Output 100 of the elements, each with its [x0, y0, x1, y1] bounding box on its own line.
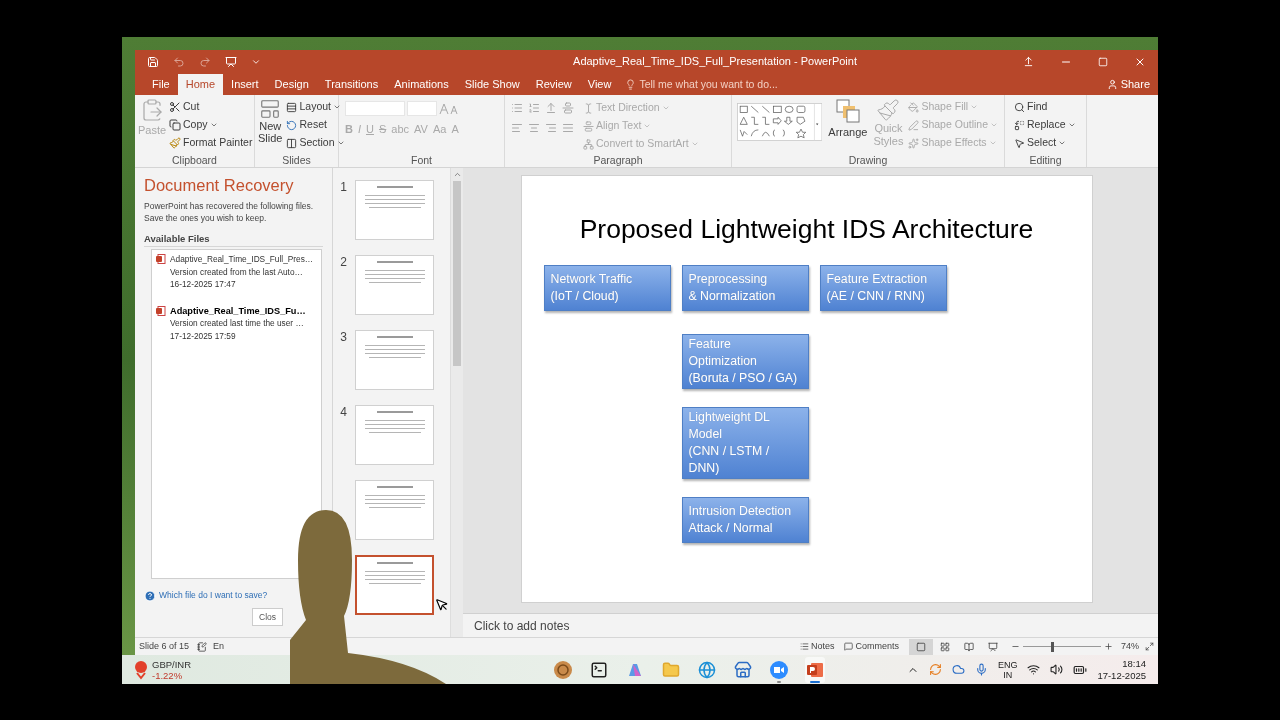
ribbon-command[interactable]: Replace: [1013, 116, 1078, 134]
window-title: Adaptive_Real_Time_IDS_Full_Presentation - PowerPoint: [572, 54, 858, 70]
tell-me-field[interactable]: Tell me what you want to do...: [639, 76, 778, 93]
cloud-icon[interactable]: [951, 663, 965, 676]
bullets-icon[interactable]: [511, 102, 523, 114]
slide-number: 2: [339, 255, 348, 269]
ribbon-command[interactable]: Format Painter: [168, 134, 254, 152]
pointer-icon: [1014, 137, 1025, 149]
ribbon-tab[interactable]: Design: [266, 74, 317, 95]
view-icon: [940, 641, 950, 652]
ribbon-display-icon[interactable]: [1023, 56, 1034, 67]
ribbon-tab[interactable]: Home: [177, 74, 224, 95]
indent-icon[interactable]: [545, 102, 557, 114]
ribbon-group-label: Paragraph: [592, 153, 644, 167]
app-window-icon: [590, 660, 609, 679]
shape-format-icon: [908, 119, 920, 131]
caret-icon: [1067, 121, 1076, 129]
box-text: Feature Extraction (AE / CNN / RNN): [826, 271, 927, 305]
maximize-icon[interactable]: [1098, 56, 1108, 67]
video-camera-icon: [770, 660, 789, 679]
ornament-icon: [553, 659, 574, 680]
scissors-icon: [169, 101, 181, 113]
ribbon-command[interactable]: Section: [285, 134, 346, 152]
recovered-file-item[interactable]: Adaptive_Real_Time_IDS_Fu… Version created last time the user … 17-12-2025 17:59: [152, 304, 321, 343]
mouse-cursor-icon: [435, 598, 449, 612]
numbering-icon[interactable]: [528, 102, 540, 114]
caret-icon: [209, 121, 218, 129]
spelling-icon[interactable]: [197, 641, 208, 652]
comment-icon: [844, 642, 854, 651]
font-size-field[interactable]: [407, 101, 437, 116]
shape-format-icon: [908, 101, 920, 113]
ribbon-group-label: Clipboard: [171, 153, 218, 167]
align-right-icon[interactable]: [545, 122, 557, 134]
zoom-thumb[interactable]: [1051, 641, 1055, 652]
scroll-thumb[interactable]: [453, 181, 461, 366]
save-icon[interactable]: [147, 55, 159, 68]
ribbon-group-label: Slides: [281, 153, 312, 167]
line-spacing-icon[interactable]: [562, 102, 574, 114]
input-language-button[interactable]: ENG IN: [997, 659, 1018, 680]
ribbon-command[interactable]: Copy: [168, 116, 254, 134]
pane-title: Document Recovery: [144, 175, 295, 196]
volume-icon[interactable]: [1050, 663, 1064, 676]
share-button[interactable]: Share: [1098, 74, 1158, 95]
slide-thumbnail[interactable]: [355, 555, 434, 615]
view-button[interactable]: [909, 638, 933, 655]
caret-icon: [661, 104, 670, 112]
wifi-icon[interactable]: [1027, 663, 1041, 676]
close-button[interactable]: Clos: [252, 608, 283, 626]
box-text: Lightweight DL Model (CNN / LSTM / DNN): [688, 409, 770, 477]
file-detail: Version created from the last Auto…: [170, 265, 304, 279]
smartart-icon: [583, 138, 594, 150]
ribbon-command[interactable]: Cut: [168, 98, 254, 116]
ribbon-tab[interactable]: File: [144, 74, 178, 95]
widget-change: -1.22%: [152, 669, 184, 681]
comments-button[interactable]: Comments: [844, 639, 899, 654]
file-name: Adaptive_Real_Time_IDS_Fu…: [170, 304, 306, 318]
arrange-button[interactable]: Arrange: [826, 98, 870, 153]
help-link[interactable]: Which file do I want to save?: [159, 589, 268, 602]
search-icon: [1014, 101, 1025, 113]
view-icon: [916, 641, 926, 652]
ribbon-tab[interactable]: Slide Show: [456, 74, 528, 95]
view-icon: [964, 641, 974, 652]
zoom-in-icon[interactable]: [1104, 642, 1113, 651]
running-indicator: [810, 680, 821, 683]
clock[interactable]: 18:14 17-12-2025: [1097, 657, 1146, 682]
language-indicator[interactable]: En: [213, 639, 225, 654]
new-slide-button[interactable]: New Slide: [258, 98, 283, 153]
ribbon-tab[interactable]: Insert: [223, 74, 267, 95]
scrollbar[interactable]: [450, 168, 463, 637]
paste-icon: [140, 98, 164, 122]
ribbon-command[interactable]: Reset: [285, 116, 346, 134]
sync-icon[interactable]: [928, 663, 942, 676]
ribbon-tab[interactable]: Transitions: [316, 74, 387, 95]
caret-icon: [990, 121, 998, 129]
ribbon-tab[interactable]: View: [579, 74, 620, 95]
slide-icon: [259, 98, 282, 120]
ribbon-tab[interactable]: Review: [527, 74, 580, 95]
justify-icon[interactable]: [562, 122, 574, 134]
caret-icon: [643, 122, 652, 130]
brush-icon: [169, 137, 181, 149]
fit-slide-icon[interactable]: [1145, 642, 1154, 651]
slideshow-icon[interactable]: [225, 55, 237, 68]
ribbon-command[interactable]: Find: [1013, 98, 1078, 116]
microphone-icon[interactable]: [974, 663, 988, 676]
section-icon: [286, 137, 298, 149]
slides-app-icon: [806, 660, 825, 679]
ribbon-command[interactable]: Select: [1013, 134, 1078, 152]
ribbon-tab[interactable]: Animations: [386, 74, 457, 95]
align-left-icon[interactable]: [511, 122, 523, 134]
zoom-level[interactable]: 74%: [1121, 639, 1139, 654]
caret-icon: [970, 103, 979, 111]
notes-field[interactable]: Click to add notes: [474, 616, 570, 635]
notes-button[interactable]: Notes: [799, 639, 835, 654]
align-center-icon[interactable]: [528, 122, 540, 134]
recovered-file-item[interactable]: Adaptive_Real_Time_IDS_Full_Pres… Version created from the last Auto… 16-12-2025 17:47: [152, 253, 321, 291]
arrange-icon: [834, 98, 861, 124]
ribbon-group-label: Drawing: [847, 153, 889, 167]
scroll-up-icon[interactable]: [452, 170, 462, 179]
ribbon-command[interactable]: Layout: [285, 98, 346, 116]
caret-icon: [1058, 139, 1067, 147]
